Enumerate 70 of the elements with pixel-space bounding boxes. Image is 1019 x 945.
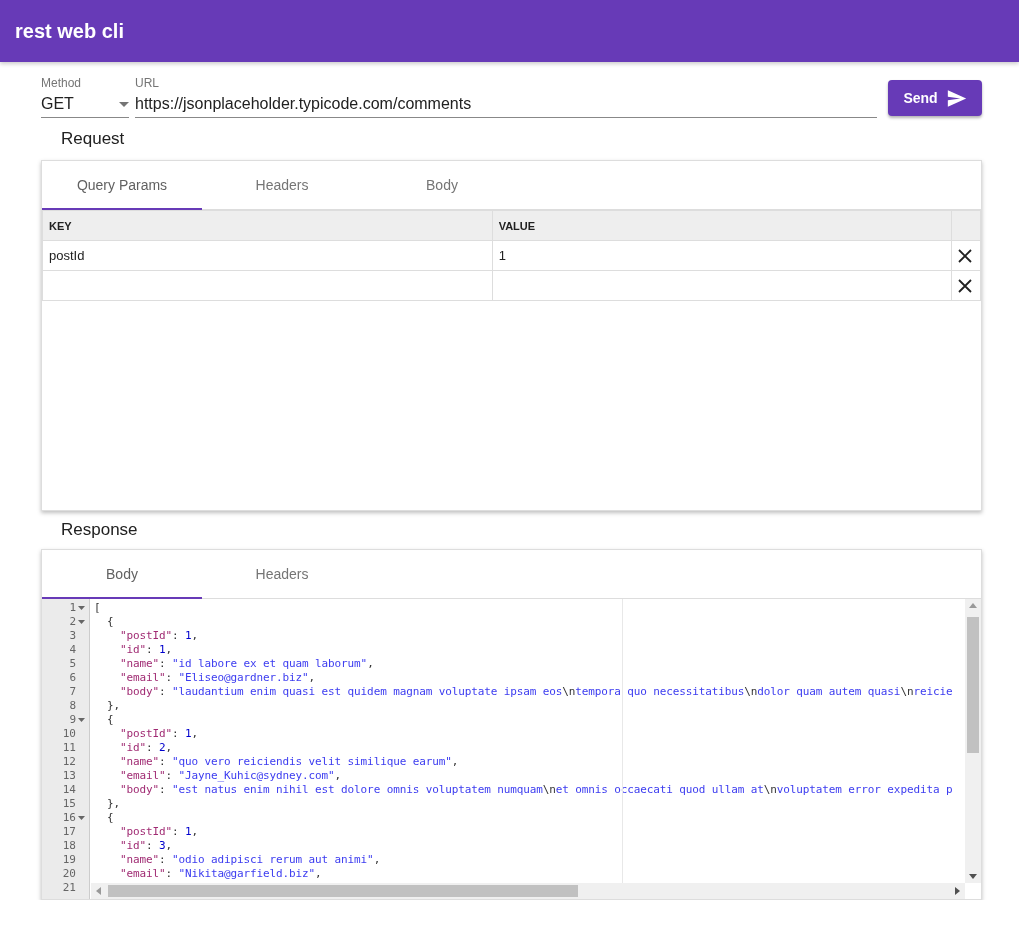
line-number: 11 [62, 741, 76, 755]
line-number: 8 [69, 699, 76, 713]
dropdown-caret-icon [119, 101, 129, 107]
line-number: 18 [62, 839, 76, 853]
code-line: "id": 2, [119, 741, 173, 755]
horizontal-scrollbar[interactable] [91, 883, 965, 899]
line-number: 5 [69, 657, 76, 671]
line-number: 19 [62, 853, 76, 867]
code-line: }, [106, 699, 120, 713]
line-number: 3 [69, 629, 76, 643]
tab[interactable]: Body [362, 161, 522, 210]
code-line: "id": 1, [119, 643, 173, 657]
code-line: { [106, 615, 114, 629]
line-number: 1 [69, 601, 76, 615]
code-line: "name": "quo vero reiciendis velit similique earum", [119, 755, 459, 769]
send-button[interactable]: Send [888, 80, 982, 116]
tab[interactable]: Headers [202, 161, 362, 210]
code-line: "body": "est natus enim nihil est dolore omnis voluptatem numquam\net omnis occaecati quod ullam at\nvoluptatem error expedita p [119, 783, 953, 797]
code-line: "name": "odio adipisci rerum aut animi", [119, 853, 381, 867]
code-line: "name": "id labore ex et quam laborum", [119, 657, 374, 671]
code-line: [ [94, 601, 101, 615]
column-header: KEY [42, 210, 493, 241]
code-line: }, [106, 797, 120, 811]
line-number: 21 [62, 881, 76, 895]
line-number: 14 [62, 783, 76, 797]
line-number: 17 [62, 825, 76, 839]
column-header: VALUE [492, 210, 952, 241]
code-line: "email": "Jayne_Kuhic@sydney.com", [119, 769, 342, 783]
line-number: 20 [62, 867, 76, 881]
line-number: 10 [62, 727, 76, 741]
close-icon[interactable] [958, 278, 972, 293]
line-number: 9 [69, 713, 76, 727]
scroll-down-icon[interactable] [969, 874, 977, 879]
key-input-cell[interactable] [42, 270, 493, 301]
code-line: "email": "Nikita@garfield.biz", [119, 867, 322, 881]
scroll-up-icon[interactable] [969, 603, 977, 608]
line-number: 7 [69, 685, 76, 699]
code-line: { [106, 811, 114, 825]
close-icon[interactable] [958, 248, 972, 263]
section-heading: Response [60, 519, 139, 541]
send-icon [946, 89, 967, 107]
line-number: 15 [62, 797, 76, 811]
line-number: 13 [62, 769, 76, 783]
url-field[interactable]: URL https://jsonplaceholder.typicode.com/comments [135, 76, 877, 118]
section-heading: Request [60, 128, 126, 150]
code-line: "postId": 1, [119, 825, 199, 839]
line-number: 6 [69, 671, 76, 685]
fold-caret-icon[interactable] [78, 606, 85, 610]
fold-caret-icon[interactable] [78, 620, 85, 624]
scroll-right-icon[interactable] [955, 887, 960, 895]
code-line: "postId": 1, [119, 629, 199, 643]
line-number: 16 [62, 811, 76, 825]
app-title: rest web cli [15, 19, 124, 43]
scroll-left-icon[interactable] [96, 887, 101, 895]
line-number: 4 [69, 643, 76, 657]
code-line: { [106, 713, 114, 727]
code-line: "email": "Eliseo@gardner.biz", [119, 671, 316, 685]
vertical-scrollbar[interactable] [965, 599, 981, 883]
key-cell[interactable]: postId [42, 240, 493, 271]
code-line: "body": "laudantium enim quasi est quidem magnam voluptate ipsam eos\ntempora quo necessitatibus\ndolor quam autem quasi\nreicie [119, 685, 953, 699]
method-select[interactable]: Method GET [41, 76, 129, 118]
line-number: 2 [69, 615, 76, 629]
fold-caret-icon[interactable] [78, 718, 85, 722]
value-cell[interactable]: 1 [492, 240, 952, 271]
fold-caret-icon[interactable] [78, 816, 85, 820]
value-input-cell[interactable] [492, 270, 952, 301]
tab[interactable]: Headers [202, 550, 362, 599]
line-number: 12 [62, 755, 76, 769]
code-line: "id": 3, [119, 839, 173, 853]
code-line: "postId": 1, [119, 727, 199, 741]
